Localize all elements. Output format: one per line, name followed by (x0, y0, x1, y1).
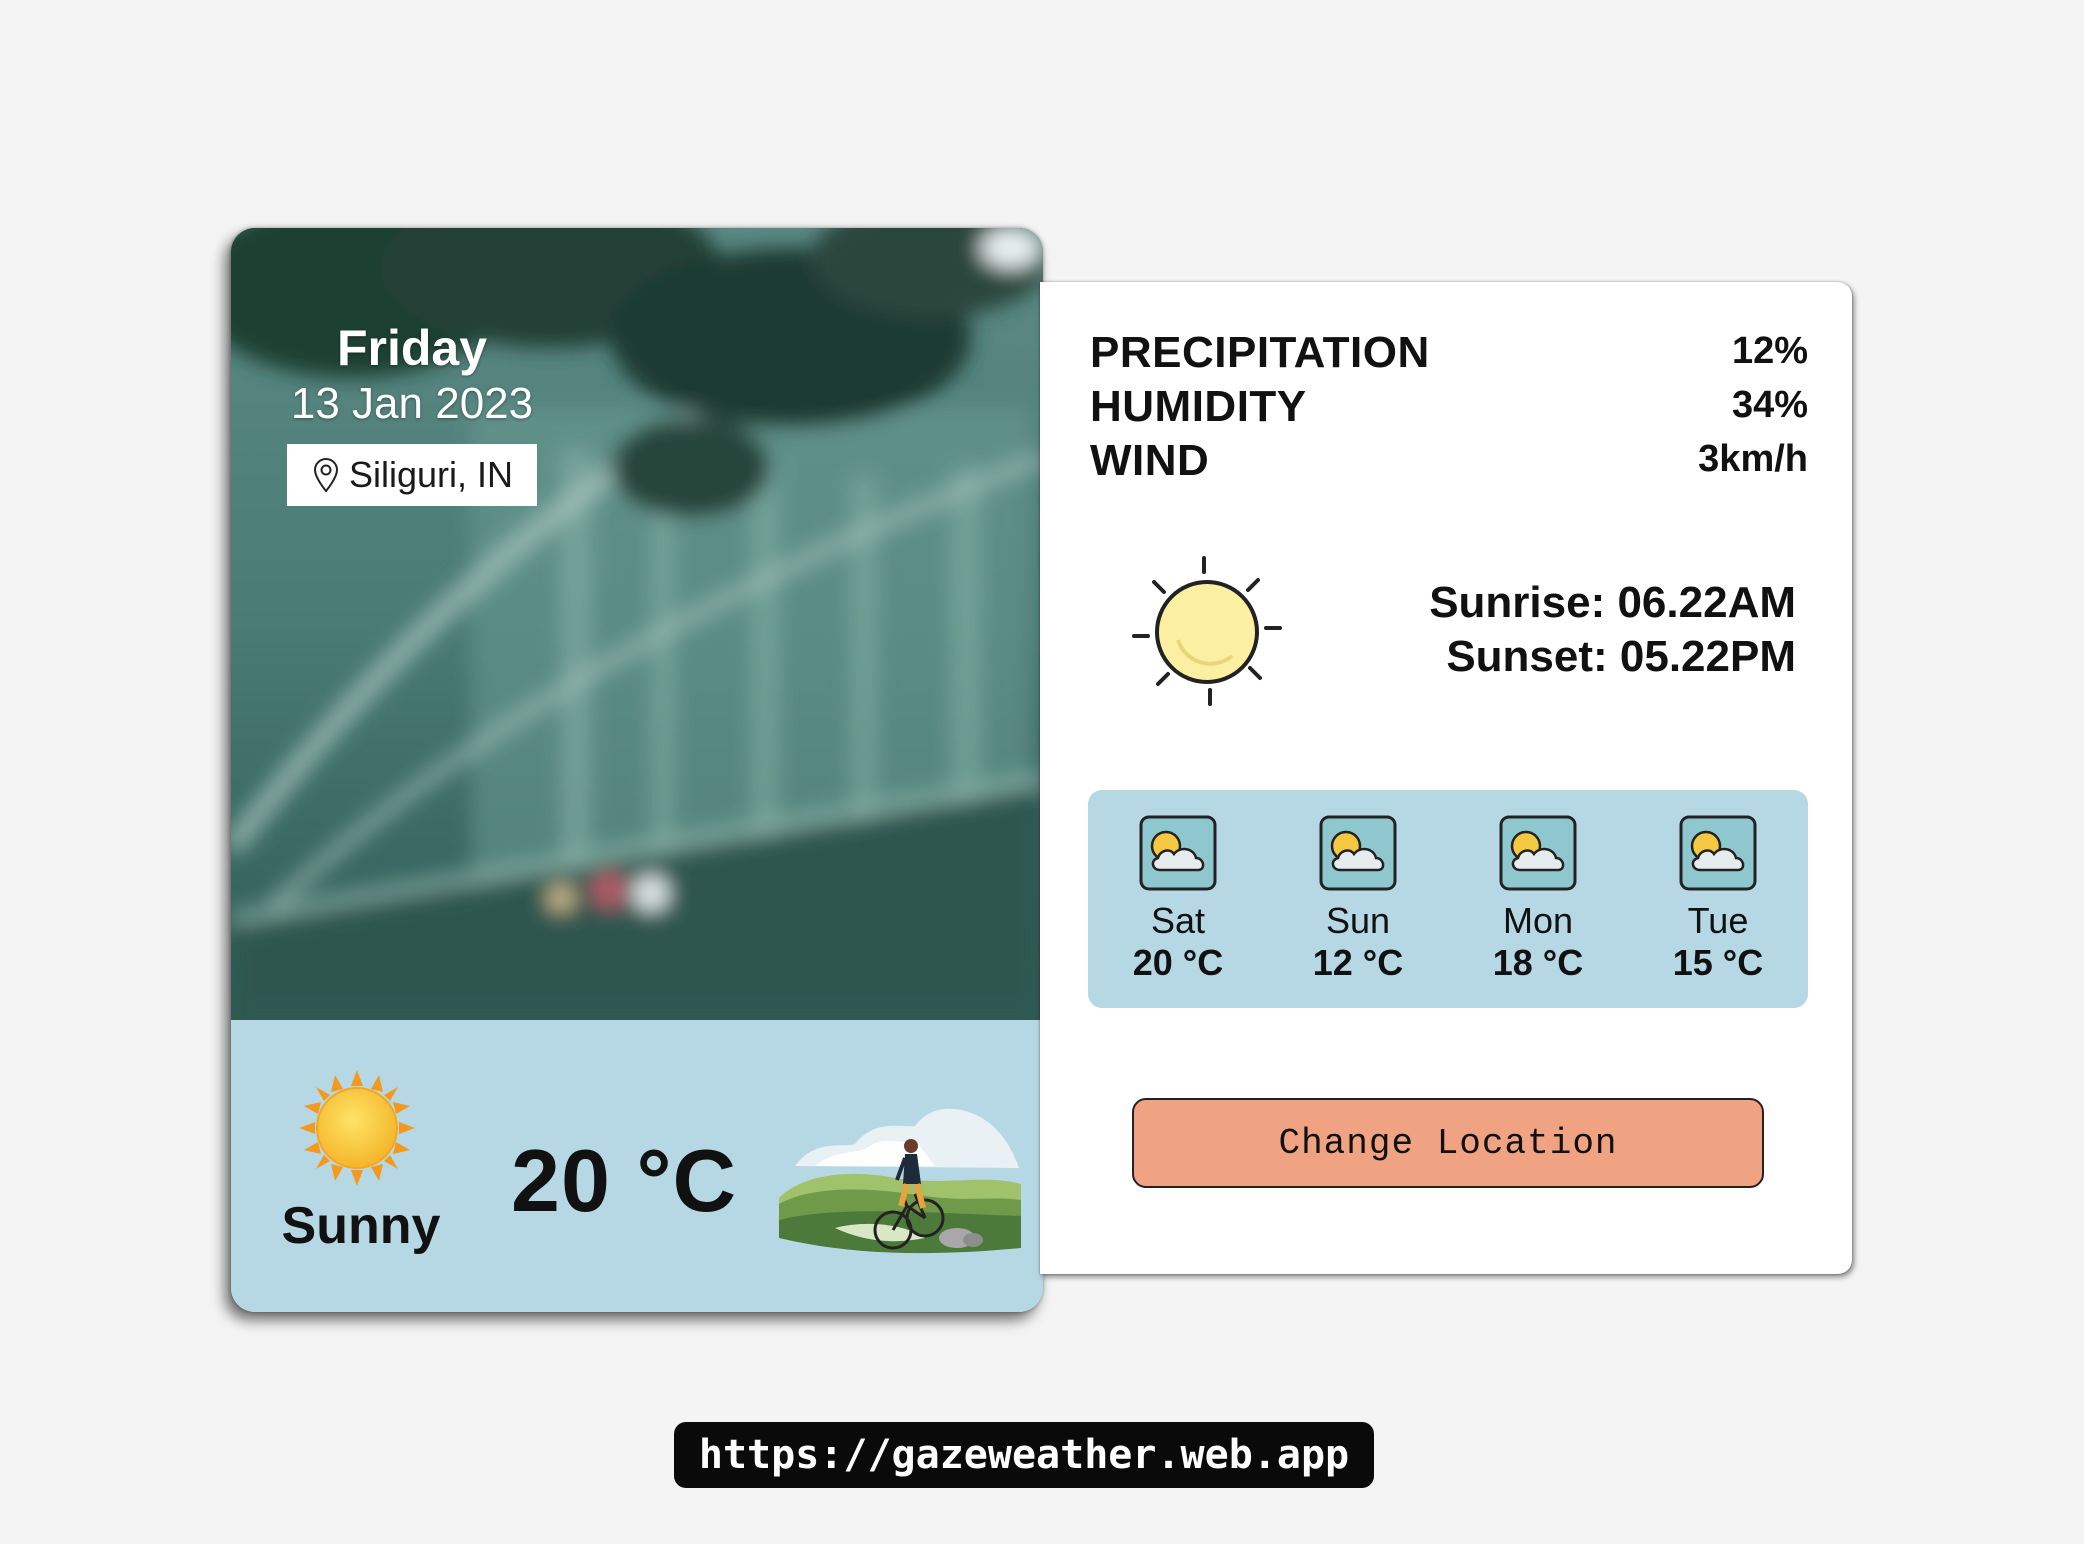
stat-label: PRECIPITATION (1090, 328, 1430, 377)
stat-value: 34% (1731, 384, 1808, 426)
forecast-temp: 12 °C (1312, 942, 1404, 983)
change-location-button[interactable]: Change Location (1132, 1098, 1764, 1188)
date-block: Friday 13 Jan 2023 (287, 320, 537, 432)
forecast-day: Sat 20 °C (1103, 790, 1253, 1008)
stat-row-humidity: HUMIDITY 34% (1090, 382, 1808, 436)
sun-outline-icon (1132, 556, 1282, 706)
details-card: PRECIPITATION 12% HUMIDITY 34% WIND 3km/… (1040, 282, 1852, 1274)
stat-row-wind: WIND 3km/h (1090, 436, 1808, 490)
stat-value: 3km/h (1698, 438, 1808, 480)
stat-value: 12% (1731, 330, 1808, 372)
forecast-day-name: Mon (1502, 900, 1574, 941)
stat-row-precipitation: PRECIPITATION 12% (1090, 328, 1808, 382)
current-temperature: 20 °C (511, 1131, 738, 1230)
sun-icon (299, 1070, 415, 1186)
location-text: Siliguri, IN (348, 454, 514, 495)
forecast-day-name: Tue (1687, 900, 1749, 941)
partly-cloudy-icon (1499, 815, 1577, 891)
background-photo: Friday 13 Jan 2023 Siliguri, IN (231, 228, 1043, 1020)
forecast-day: Sun 12 °C (1283, 790, 1433, 1008)
stat-label: WIND (1090, 436, 1210, 485)
forecast-temp: 15 °C (1672, 942, 1764, 983)
stat-label: HUMIDITY (1090, 382, 1307, 431)
forecast-temp: 20 °C (1132, 942, 1224, 983)
partly-cloudy-icon (1679, 815, 1757, 891)
cyclist-illustration (779, 1108, 1021, 1254)
sunrise-time: Sunrise: 06.22AM (1429, 578, 1796, 627)
location-label: Siliguri, IN (287, 444, 537, 506)
forecast-day: Mon 18 °C (1463, 790, 1613, 1008)
forecast-day-name: Sat (1150, 900, 1206, 941)
forecast-day-name: Sun (1325, 900, 1391, 941)
app-url-link[interactable]: https://gazeweather.web.app (674, 1422, 1374, 1488)
partly-cloudy-icon (1319, 815, 1397, 891)
date-text: 13 Jan 2023 (290, 379, 534, 428)
current-weather-card: Friday 13 Jan 2023 Siliguri, IN Sunny 20… (231, 228, 1043, 1312)
weather-stats: PRECIPITATION 12% HUMIDITY 34% WIND 3km/… (1090, 328, 1808, 490)
condition-label: Sunny (281, 1197, 441, 1255)
day-name: Friday (336, 320, 488, 376)
forecast-temp: 18 °C (1492, 942, 1584, 983)
sunset-time: Sunset: 05.22PM (1446, 632, 1796, 681)
sun-times: Sunrise: 06.22AM Sunset: 05.22PM (1429, 576, 1796, 684)
app-stage: Friday 13 Jan 2023 Siliguri, IN Sunny 20… (0, 0, 2084, 1544)
forecast-strip: Sat 20 °C Sun 12 °C Mon 18 °C Tue 15 °C (1088, 790, 1808, 1008)
forecast-day: Tue 15 °C (1643, 790, 1793, 1008)
current-conditions-panel: Sunny 20 °C (231, 1020, 1043, 1312)
partly-cloudy-icon (1139, 815, 1217, 891)
map-pin-icon (313, 458, 338, 493)
